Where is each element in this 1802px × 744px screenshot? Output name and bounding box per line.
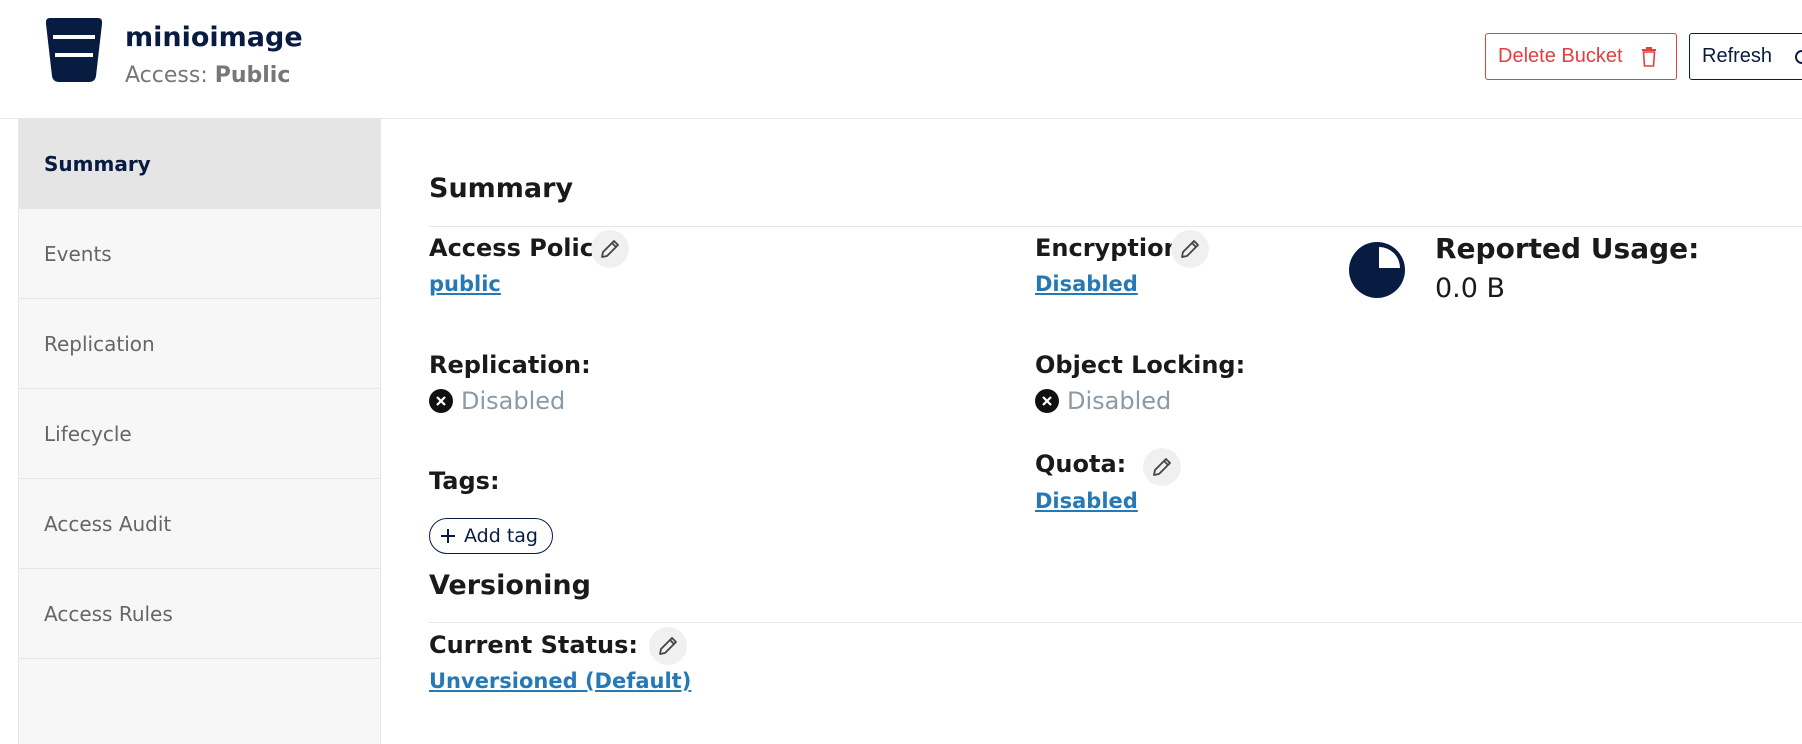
edit-encryption-button[interactable] bbox=[1171, 230, 1209, 268]
object-locking-status: Disabled bbox=[1035, 387, 1171, 415]
delete-bucket-button[interactable]: Delete Bucket bbox=[1485, 33, 1677, 80]
pencil-icon bbox=[1181, 240, 1199, 258]
sidebar-item-lifecycle[interactable]: Lifecycle bbox=[19, 389, 380, 479]
access-label: Access: bbox=[125, 63, 208, 88]
sidebar-item-label: Events bbox=[44, 241, 112, 266]
refresh-icon bbox=[1795, 49, 1802, 64]
bucket-access: Access: Public bbox=[125, 63, 290, 88]
delete-bucket-label: Delete Bucket bbox=[1498, 45, 1623, 67]
refresh-label: Refresh bbox=[1702, 45, 1773, 67]
sidebar-item-label: Access Audit bbox=[44, 511, 172, 536]
bucket-sidebar: Summary Events Replication Lifecycle Acc… bbox=[18, 119, 381, 744]
pencil-icon bbox=[1153, 458, 1171, 476]
x-circle-icon bbox=[1035, 389, 1059, 413]
pie-chart-icon bbox=[1349, 242, 1405, 298]
object-locking-label: Object Locking: bbox=[1035, 351, 1246, 379]
x-circle-icon bbox=[429, 389, 453, 413]
current-status-label: Current Status: bbox=[429, 631, 638, 659]
summary-divider bbox=[429, 226, 1802, 227]
edit-versioning-button[interactable] bbox=[649, 627, 687, 665]
versioning-divider bbox=[429, 622, 1802, 623]
plus-icon bbox=[441, 529, 455, 543]
edit-quota-button[interactable] bbox=[1143, 448, 1181, 486]
pencil-icon bbox=[659, 637, 677, 655]
trash-icon bbox=[1641, 46, 1656, 67]
sidebar-item-label: Access Rules bbox=[44, 601, 173, 626]
replication-status: Disabled bbox=[429, 387, 565, 415]
add-tag-button[interactable]: Add tag bbox=[429, 518, 553, 554]
quota-label: Quota: bbox=[1035, 450, 1127, 478]
sidebar-item-access-audit[interactable]: Access Audit bbox=[19, 479, 380, 569]
add-tag-label: Add tag bbox=[464, 525, 538, 547]
summary-title: Summary bbox=[429, 173, 574, 204]
summary-panel: Summary Access Policy: public Encryption… bbox=[381, 119, 1802, 744]
refresh-button[interactable]: Refresh bbox=[1689, 33, 1802, 80]
pencil-icon bbox=[601, 240, 619, 258]
replication-label: Replication: bbox=[429, 351, 591, 379]
reported-usage-value: 0.0 B bbox=[1435, 273, 1506, 304]
reported-usage-label: Reported Usage: bbox=[1435, 232, 1700, 265]
access-policy-link[interactable]: public bbox=[429, 272, 501, 296]
sidebar-item-events[interactable]: Events bbox=[19, 209, 380, 299]
sidebar-item-access-rules[interactable]: Access Rules bbox=[19, 569, 380, 659]
versioning-title: Versioning bbox=[429, 570, 591, 601]
edit-access-policy-button[interactable] bbox=[591, 230, 629, 268]
sidebar-item-label: Replication bbox=[44, 331, 155, 356]
sidebar-item-replication[interactable]: Replication bbox=[19, 299, 380, 389]
bucket-icon bbox=[46, 18, 102, 82]
access-value: Public bbox=[214, 63, 291, 88]
quota-link[interactable]: Disabled bbox=[1035, 489, 1138, 513]
sidebar-item-label: Summary bbox=[44, 151, 151, 176]
replication-status-text: Disabled bbox=[461, 387, 566, 415]
versioning-status-link[interactable]: Unversioned (Default) bbox=[429, 669, 691, 693]
page-header: minioimage Access: Public Delete Bucket … bbox=[0, 0, 1802, 119]
encryption-link[interactable]: Disabled bbox=[1035, 272, 1138, 296]
encryption-label: Encryption: bbox=[1035, 234, 1191, 262]
sidebar-item-label: Lifecycle bbox=[44, 421, 132, 446]
tags-label: Tags: bbox=[429, 467, 500, 495]
sidebar-item-summary[interactable]: Summary bbox=[19, 119, 380, 209]
object-locking-status-text: Disabled bbox=[1067, 387, 1172, 415]
bucket-name: minioimage bbox=[125, 22, 303, 53]
